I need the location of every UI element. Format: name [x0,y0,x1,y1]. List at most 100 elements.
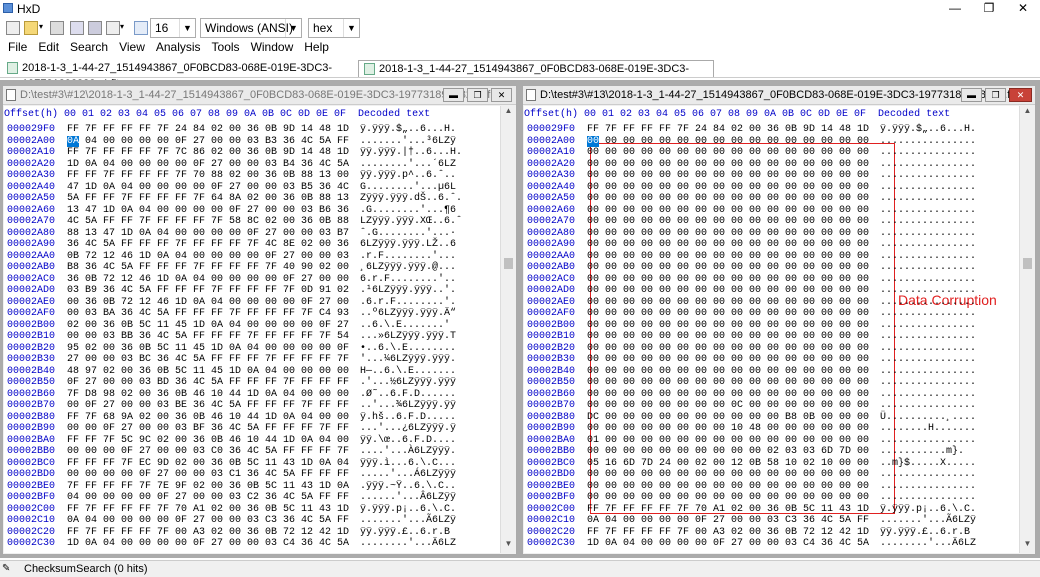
hex-bytes[interactable]: 03 B9 36 4C 5A FF FF FF 7F FF FF FF 7F 0… [67,285,349,297]
decoded-text[interactable]: .......'...Ã6LZÿ [360,515,456,527]
hex-bytes[interactable]: 0A 04 00 00 00 00 0F 27 00 00 03 C3 36 4… [587,515,869,527]
hex-bytes[interactable]: FF FF 7F FF FF FF 7F 70 88 02 00 36 0B 8… [67,170,349,182]
decoded-text[interactable]: ................ [880,331,976,343]
decoded-text[interactable]: ................ [880,136,976,148]
decoded-text[interactable]: ................ [880,285,976,297]
decoded-text[interactable]: ........'...Ä6LZ [880,538,976,550]
decoded-text[interactable]: .¹6LZÿÿÿ.ÿÿÿ..'. [360,285,456,297]
hex-bytes[interactable]: 47 1D 0A 04 00 00 00 00 0F 27 00 00 03 B… [67,182,349,194]
vertical-scrollbar[interactable]: ▲ ▼ [1019,106,1035,553]
decoded-text[interactable]: ................ [880,170,976,182]
decoded-text[interactable]: .......'...Ã6LZÿ [880,515,976,527]
decoded-text[interactable]: .G........'...¶6 [360,205,456,217]
hex-bytes[interactable]: 00 00 00 00 0F 27 00 00 03 C1 36 4C 5A F… [67,469,349,481]
decoded-text[interactable]: ................ [880,182,976,194]
hex-bytes[interactable]: FF 7F FF FF FF 7F 70 A1 02 00 36 0B 5C 1… [67,504,349,516]
tab-search-results[interactable]: Search (0 hits) [76,563,148,575]
decoded-text[interactable]: ..6.\.E.......' [360,320,450,332]
open-dropdown-icon[interactable]: ▾ [39,22,43,38]
hex-bytes[interactable]: 36 0B 72 12 46 1D 0A 04 00 00 00 00 0F 2… [67,274,349,286]
tab-file-2[interactable]: 2018-1-3_1-44-27_1514943867_0F0BCD83-068… [358,60,714,91]
decoded-text[interactable]: ...»6LZÿÿÿ.ÿÿÿ.T [360,331,456,343]
decoded-text[interactable]: 6LZÿÿÿ.ÿÿÿ.LŽ..6 [360,239,456,251]
hex-bytes[interactable]: FF 7F FF FF FF 7F 00 A3 02 00 36 0B 72 1… [587,527,869,539]
hex-bytes[interactable]: 1D 0A 04 00 00 00 00 0F 27 00 00 03 C4 3… [587,538,869,550]
menu-search[interactable]: Search [62,39,111,54]
hex-bytes[interactable]: 0F 27 00 00 03 BD 36 4C 5A FF FF FF 7F F… [67,377,349,389]
decoded-text[interactable]: ................ [880,228,976,240]
hex-bytes[interactable]: 00 00 00 00 00 00 00 00 00 00 00 00 00 0… [587,251,869,263]
decoded-text[interactable]: G........'...µ6L [360,182,456,194]
hex-bytes[interactable]: 4C 5A FF FF 7F FF FF FF 7F 58 8C 02 00 3… [67,216,349,228]
hex-bytes[interactable]: 00 00 00 00 00 00 00 00 00 00 00 00 00 0… [587,481,869,493]
menu-file[interactable]: File [0,39,30,54]
hex-bytes[interactable]: 7F D8 98 02 00 36 0B 46 10 44 1D 0A 04 0… [67,389,349,401]
decoded-text[interactable]: ................ [880,435,976,447]
scroll-up-icon[interactable]: ▲ [501,106,516,120]
hex-bytes[interactable]: 00 00 00 00 00 00 00 00 0C 00 00 00 00 0… [587,400,869,412]
hex-bytes[interactable]: FF FF FF 7F EC 9D 02 00 36 0B 5C 11 43 1… [67,458,349,470]
menu-help[interactable]: Help [296,39,332,54]
decoded-text[interactable]: ÿÿ.\œ..6.F.D.... [360,435,456,447]
decoded-text[interactable]: Ü..........¸.... [880,412,976,424]
decoded-text[interactable]: ................ [880,366,976,378]
decoded-text[interactable]: ................ [880,389,976,401]
new-file-icon[interactable] [6,21,20,35]
decoded-text[interactable]: H—..6.\.E....... [360,366,456,378]
decoded-text[interactable]: ................ [880,377,976,389]
hex-bytes[interactable]: 00 00 00 00 00 00 00 00 00 00 00 00 00 0… [587,193,869,205]
hex-bytes[interactable]: FF 7F FF FF FF 7F 24 84 02 00 36 0B 9D 1… [67,124,349,136]
charset-select[interactable]: Windows (ANSI) ▼ [200,18,302,38]
decoded-text[interactable]: ...........m}. [880,446,964,458]
scroll-down-icon[interactable]: ▼ [1020,539,1035,553]
decoded-text[interactable]: ÿÿ.ÿÿÿ.£..6.r.B [880,527,970,539]
hex-bytes[interactable]: 27 00 00 03 BC 36 4C 5A FF FF FF 7F FF F… [67,354,349,366]
save-icon[interactable] [50,21,64,35]
hex-bytes[interactable]: 00 00 00 00 00 00 00 00 00 00 00 00 00 0… [587,274,869,286]
decoded-text[interactable]: ¸6LZÿÿÿ.ÿÿÿ.@... [360,262,456,274]
tools-dropdown-icon[interactable]: ▾ [120,22,124,38]
decoded-text[interactable]: ................ [880,251,976,263]
decoded-text[interactable]: ................ [880,193,976,205]
hex-bytes[interactable]: FF 7F 68 9A 02 00 36 0B 46 10 44 1D 0A 0… [67,412,349,424]
hex-bytes[interactable]: 00 00 00 00 00 00 00 00 00 00 00 00 00 0… [587,354,869,366]
hex-bytes[interactable]: 04 00 00 00 00 0F 27 00 00 03 C2 36 4C 5… [67,492,349,504]
hex-bytes[interactable]: 00 00 00 00 00 00 00 00 00 00 00 00 00 0… [587,239,869,251]
close-icon[interactable]: ✕ [1006,0,1040,17]
scroll-down-icon[interactable]: ▼ [501,539,516,553]
decoded-text[interactable]: ................ [880,308,976,320]
decoded-text[interactable]: ................ [880,343,976,355]
decoded-text[interactable]: ................ [880,481,976,493]
hex-bytes[interactable]: 00 00 03 BB 36 4C 5A FF FF FF 7F FF FF F… [67,331,349,343]
decoded-text[interactable]: ................ [880,239,976,251]
scroll-thumb[interactable] [1023,258,1032,269]
tab-file-1[interactable]: 2018-1-3_1-44-27_1514943867_0F0BCD83-068… [2,60,358,90]
decoded-text[interactable]: ÿ.ÿÿÿ.$„..6...H. [880,124,976,136]
decoded-text[interactable]: ÿÿ.ÿÿÿ.|†..6...H. [360,147,462,159]
save-all-icon[interactable] [70,21,84,35]
decoded-text[interactable]: ................ [880,354,976,366]
hex-bytes[interactable]: 00 00 00 00 00 00 00 00 00 00 00 00 00 0… [587,147,869,159]
hex-bytes[interactable]: 00 00 00 00 00 00 00 00 00 00 00 00 00 0… [587,469,869,481]
menu-window[interactable]: Window [243,39,297,54]
menu-analysis[interactable]: Analysis [148,39,204,54]
hex-bytes[interactable]: 00 00 00 00 00 00 00 00 00 00 00 00 00 0… [587,170,869,182]
hex-bytes[interactable]: 01 00 00 00 00 00 00 00 00 00 00 00 00 0… [587,435,869,447]
minimize-icon[interactable]: ▬ [961,88,982,102]
decoded-text[interactable]: '...¼6LZÿÿÿ.ÿÿÿ. [360,354,456,366]
hex-bytes[interactable]: 00 0F 27 00 00 03 BE 36 4C 5A FF FF FF 7… [67,400,349,412]
decoded-text[interactable]: 6.r.F........'.. [360,274,456,286]
decoded-text[interactable]: .Ø˜..6.F.D...... [360,389,456,401]
hex-view[interactable]: Offset(h) 00 01 02 03 04 05 06 07 08 09 … [4,106,500,553]
hex-view[interactable]: Offset(h) 00 01 02 03 04 05 06 07 08 09 … [524,106,1019,553]
decoded-text[interactable]: ........'...´6LZ [360,159,456,171]
hex-bytes[interactable]: FF 7F FF FF FF 7F 70 A1 02 00 36 0B 5C 1… [587,504,869,516]
open-file-icon[interactable] [24,21,38,35]
hex-bytes[interactable]: 00 00 00 00 00 00 00 00 00 00 00 00 00 0… [587,216,869,228]
bytes-per-row-select[interactable]: 16 ▼ [150,18,196,38]
minimize-icon[interactable]: ▬ [443,88,464,102]
decoded-text[interactable]: ˆ.G........'...· [360,228,456,240]
print-icon[interactable] [88,21,102,35]
hex-bytes[interactable]: 0A 04 00 00 00 00 0F 27 00 00 03 B3 36 4… [67,135,349,148]
vertical-scrollbar[interactable]: ▲ ▼ [500,106,516,553]
